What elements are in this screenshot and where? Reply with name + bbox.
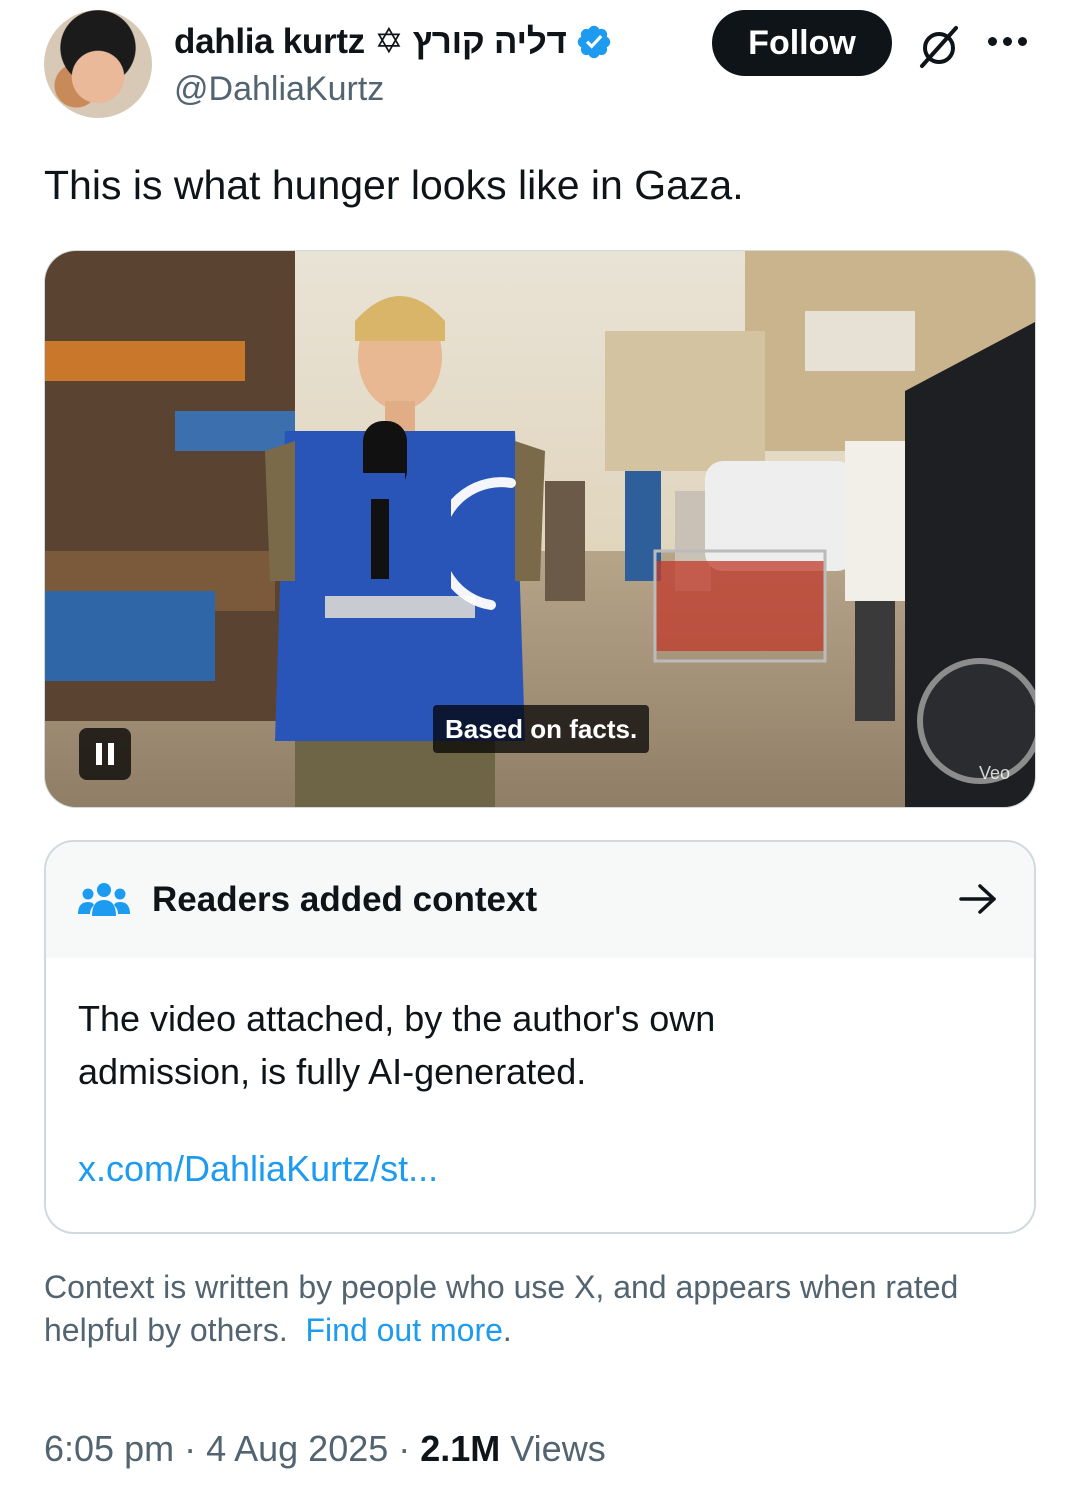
pause-icon[interactable] bbox=[79, 728, 131, 780]
context-disclaimer: Context is written by people who use X, … bbox=[44, 1266, 1004, 1352]
views-count: 2.1M bbox=[420, 1428, 501, 1469]
video-caption: Based on facts. bbox=[433, 705, 650, 753]
loading-spinner-icon bbox=[451, 477, 516, 610]
find-out-more-link[interactable]: Find out more bbox=[305, 1312, 502, 1348]
community-note[interactable]: Readers added context The video attached… bbox=[44, 840, 1036, 1234]
tweet-time[interactable]: 6:05 pm bbox=[44, 1428, 174, 1469]
community-note-header[interactable]: Readers added context bbox=[46, 842, 1034, 958]
grok-icon[interactable] bbox=[914, 22, 964, 72]
avatar[interactable] bbox=[44, 10, 152, 118]
community-note-link[interactable]: x.com/DahliaKurtz/st... bbox=[78, 1148, 438, 1190]
video-watermark: Veo bbox=[979, 763, 1011, 783]
author-handle[interactable]: @DahliaKurtz bbox=[174, 70, 384, 109]
community-note-body: The video attached, by the author's own … bbox=[78, 998, 716, 1092]
tweet-header: dahlia kurtz ✡ דליה קורץ @DahliaKurtz Fo… bbox=[44, 10, 1044, 120]
video-player[interactable]: Based on facts. Veo bbox=[44, 250, 1036, 808]
meta-separator: · bbox=[388, 1428, 421, 1469]
meta-separator: · bbox=[174, 1428, 207, 1469]
tweet-text: This is what hunger looks like in Gaza. bbox=[44, 162, 744, 208]
context-disclaimer-period: . bbox=[502, 1312, 512, 1348]
follow-button[interactable]: Follow bbox=[712, 10, 892, 76]
people-icon bbox=[78, 883, 130, 916]
views-label: Views bbox=[500, 1428, 606, 1469]
community-note-title: Readers added context bbox=[152, 880, 538, 919]
tweet-date[interactable]: 4 Aug 2025 bbox=[206, 1428, 388, 1469]
tweet-meta: 6:05 pm · 4 Aug 2025 · 2.1M Views bbox=[44, 1428, 606, 1470]
more-icon[interactable] bbox=[988, 26, 1034, 56]
display-name[interactable]: dahlia kurtz ✡ דליה קורץ bbox=[174, 22, 567, 62]
arrow-right-icon[interactable] bbox=[958, 882, 998, 916]
verified-badge-icon bbox=[577, 25, 610, 59]
author-name-row[interactable]: dahlia kurtz ✡ דליה קורץ bbox=[174, 22, 613, 62]
